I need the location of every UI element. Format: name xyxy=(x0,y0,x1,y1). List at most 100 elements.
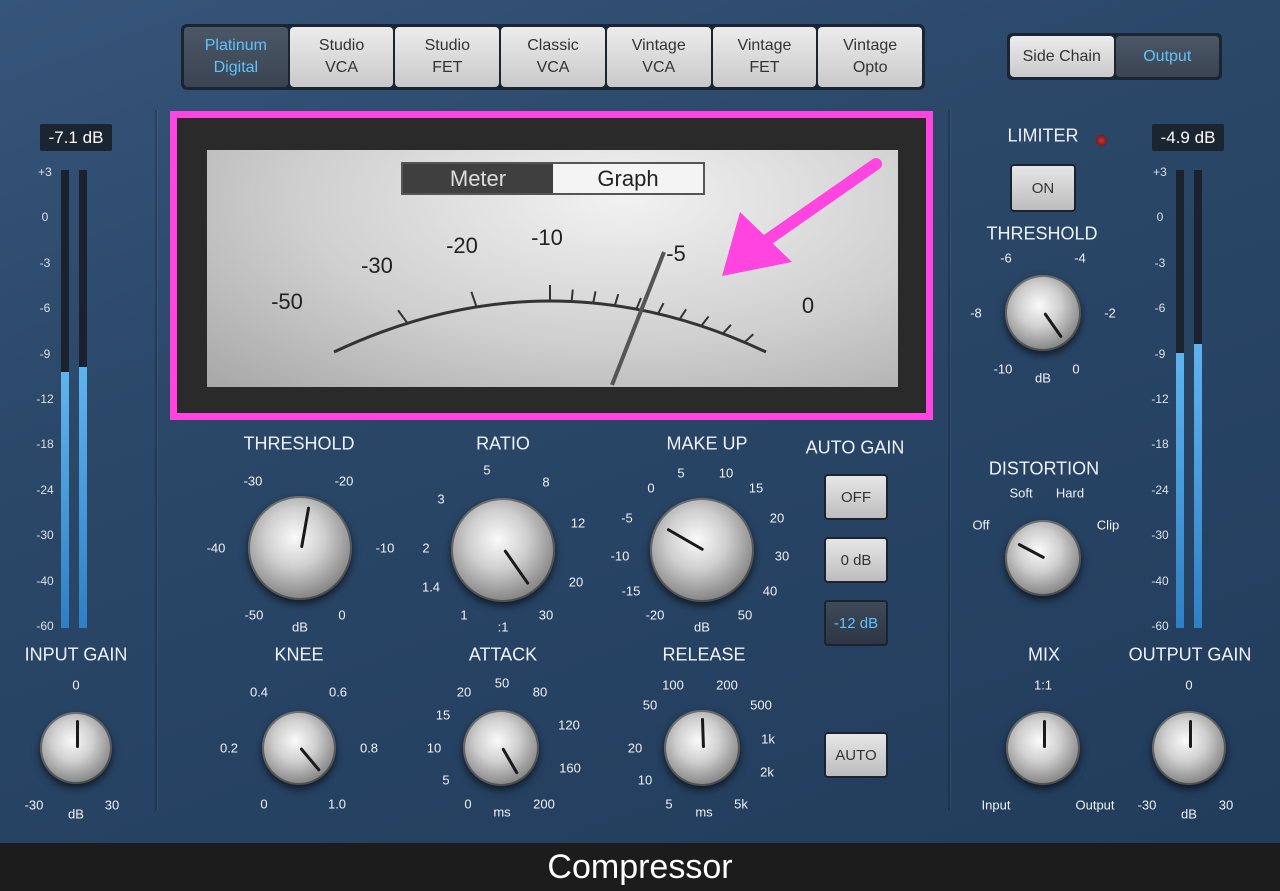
ratio-scale-label: 8 xyxy=(542,474,550,490)
makeup-title: MAKE UP xyxy=(666,433,748,454)
meter-tick xyxy=(678,308,687,320)
threshold-scale-label: -50 xyxy=(244,607,264,623)
threshold-scale-label: -30 xyxy=(243,473,263,489)
distortion-knob[interactable] xyxy=(1005,520,1081,596)
meter-tick xyxy=(722,324,732,335)
ratio-knob[interactable] xyxy=(451,498,555,602)
level-scale-label: -60 xyxy=(1151,619,1169,633)
mix-title: MIX xyxy=(1027,644,1061,665)
ratio-scale-label: 2 xyxy=(422,540,430,556)
level-scale-label: -24 xyxy=(1151,482,1169,497)
level-scale-label: -30 xyxy=(1151,528,1169,543)
attack-unit: ms xyxy=(493,804,511,820)
knee-scale-label: 0 xyxy=(260,796,268,812)
attack-scale-label: 120 xyxy=(558,717,580,733)
limiter-led xyxy=(1096,135,1107,146)
level-scale-label: -6 xyxy=(1154,301,1166,316)
limiter-title: LIMITER xyxy=(1007,125,1079,146)
mix-knob[interactable] xyxy=(1006,711,1080,785)
release-scale-label: 200 xyxy=(716,677,738,693)
ratio-title: RATIO xyxy=(476,433,530,454)
attack-scale-label: 10 xyxy=(426,740,442,756)
level-scale-label: 0 xyxy=(1156,210,1164,225)
output-gain-min: -30 xyxy=(1137,797,1157,813)
mix-center-label: 1:1 xyxy=(1033,677,1053,693)
release-unit: ms xyxy=(695,804,713,820)
level-scale-label: -12 xyxy=(36,392,54,406)
limiter-on-button[interactable]: ON xyxy=(1010,164,1076,212)
attack-knob[interactable] xyxy=(463,710,539,786)
distortion-title: DISTORTION xyxy=(988,458,1100,479)
input-gain-knob[interactable] xyxy=(40,712,112,784)
output-meter-left-fill xyxy=(1176,353,1184,628)
auto-gain-off-button[interactable]: OFF xyxy=(824,474,888,520)
threshold-scale-label: -40 xyxy=(206,540,226,556)
level-scale-label: -30 xyxy=(36,528,54,543)
threshold-title: THRESHOLD xyxy=(243,433,355,454)
meter-scale-label: -5 xyxy=(666,241,686,266)
auto-gain-0db-button[interactable]: 0 dB xyxy=(824,537,888,583)
level-scale-label: -6 xyxy=(39,301,51,316)
attack-scale-label: 80 xyxy=(532,684,548,700)
mix-output-label: Output xyxy=(1075,797,1115,813)
auto-gain-minus12-button[interactable]: -12 dB xyxy=(824,600,888,646)
threshold-scale-label: -20 xyxy=(334,473,354,489)
meter-graphics xyxy=(333,158,882,386)
makeup-scale-label: -10 xyxy=(610,548,630,564)
limiter-threshold-label: -10 xyxy=(993,361,1013,377)
limiter-threshold-label: -4 xyxy=(1074,250,1086,266)
knee-knob[interactable] xyxy=(262,711,336,785)
input-meter-right-fill xyxy=(79,366,87,628)
meter-scale-label: 0 xyxy=(801,293,815,318)
auto-release-button[interactable]: AUTO xyxy=(824,732,888,778)
input-gain-center: 0 xyxy=(72,677,80,693)
makeup-scale-label: 15 xyxy=(748,480,764,496)
output-gain-knob[interactable] xyxy=(1152,711,1226,785)
release-scale-label: 100 xyxy=(662,677,684,693)
caption: Compressor xyxy=(0,843,1280,891)
release-knob[interactable] xyxy=(664,710,740,786)
release-scale-label: 2k xyxy=(760,764,774,780)
output-gain-max: 30 xyxy=(1218,797,1234,813)
makeup-scale-label: -15 xyxy=(621,583,641,599)
release-scale-label: 1k xyxy=(761,731,775,747)
makeup-unit: dB xyxy=(694,619,710,635)
threshold-knob[interactable] xyxy=(248,496,352,600)
output-meter-left xyxy=(1176,170,1184,628)
ratio-scale-label: 3 xyxy=(437,491,445,507)
annotation-arrowhead xyxy=(722,212,792,276)
distortion-label: Soft xyxy=(1009,485,1033,501)
makeup-knob[interactable] xyxy=(650,498,754,602)
knee-title: KNEE xyxy=(274,644,324,665)
attack-scale-label: 20 xyxy=(456,684,472,700)
attack-scale-label: 160 xyxy=(559,760,581,776)
limiter-threshold-knob[interactable] xyxy=(1005,275,1081,351)
makeup-scale-label: -5 xyxy=(621,510,633,526)
ratio-scale-label: 1.4 xyxy=(421,579,441,595)
level-scale-label: -18 xyxy=(1151,437,1169,452)
level-scale-label: -9 xyxy=(1154,346,1166,361)
annotation-arrow xyxy=(754,158,882,251)
output-meter-right-fill xyxy=(1194,344,1202,628)
knee-scale-label: 1.0 xyxy=(327,796,347,812)
input-meter-left xyxy=(61,170,69,628)
makeup-scale-label: 40 xyxy=(762,583,778,599)
limiter-threshold-label: -2 xyxy=(1104,305,1116,321)
ratio-scale-label: 1 xyxy=(460,607,468,623)
makeup-scale-label: 0 xyxy=(647,480,655,496)
meter-scale-label: -30 xyxy=(361,253,393,278)
meter-scale-label: -50 xyxy=(271,289,303,314)
limiter-threshold-label: 0 xyxy=(1072,361,1080,377)
makeup-scale-label: 20 xyxy=(769,510,785,526)
level-scale-label: -24 xyxy=(36,482,54,497)
attack-scale-label: 15 xyxy=(435,707,451,723)
meter-tick xyxy=(592,291,597,304)
limiter-threshold-title: THRESHOLD xyxy=(986,223,1098,244)
distortion-label: Hard xyxy=(1055,485,1085,501)
release-scale-label: 20 xyxy=(627,740,643,756)
ratio-scale-label: 30 xyxy=(538,607,554,623)
meter-tick xyxy=(570,289,574,302)
level-scale-label: +3 xyxy=(1153,165,1167,179)
distortion-label: Off xyxy=(972,517,990,533)
limiter-threshold-label: -6 xyxy=(1000,250,1012,266)
